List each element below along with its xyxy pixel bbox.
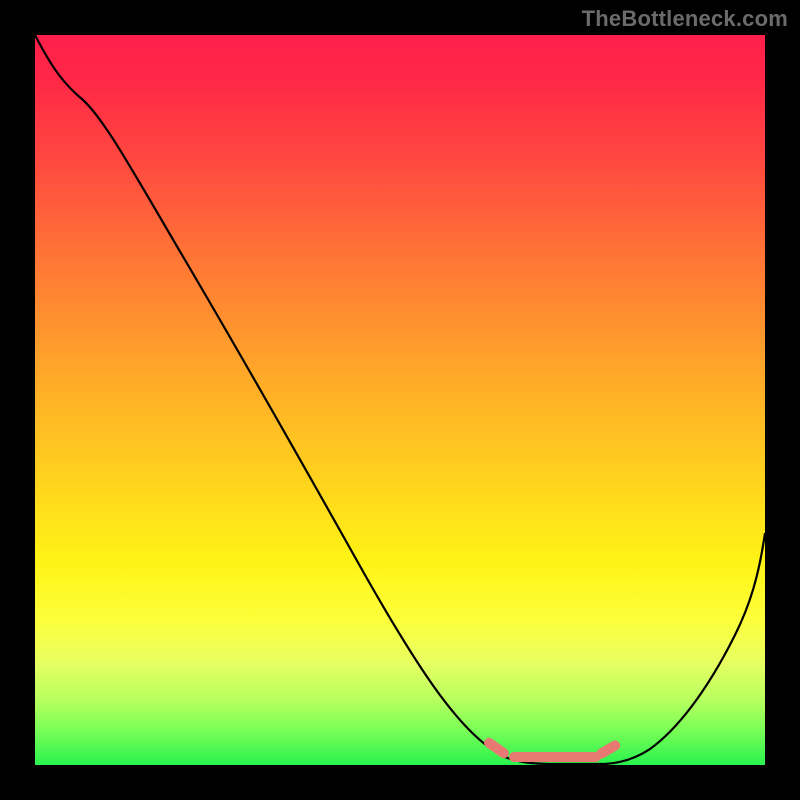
plot-area xyxy=(35,35,765,765)
watermark-text: TheBottleneck.com xyxy=(582,6,788,32)
bottleneck-curve-path xyxy=(35,35,765,764)
chart-frame: TheBottleneck.com xyxy=(0,0,800,800)
accent-segment-mid xyxy=(509,752,601,762)
curve-svg xyxy=(35,35,765,765)
